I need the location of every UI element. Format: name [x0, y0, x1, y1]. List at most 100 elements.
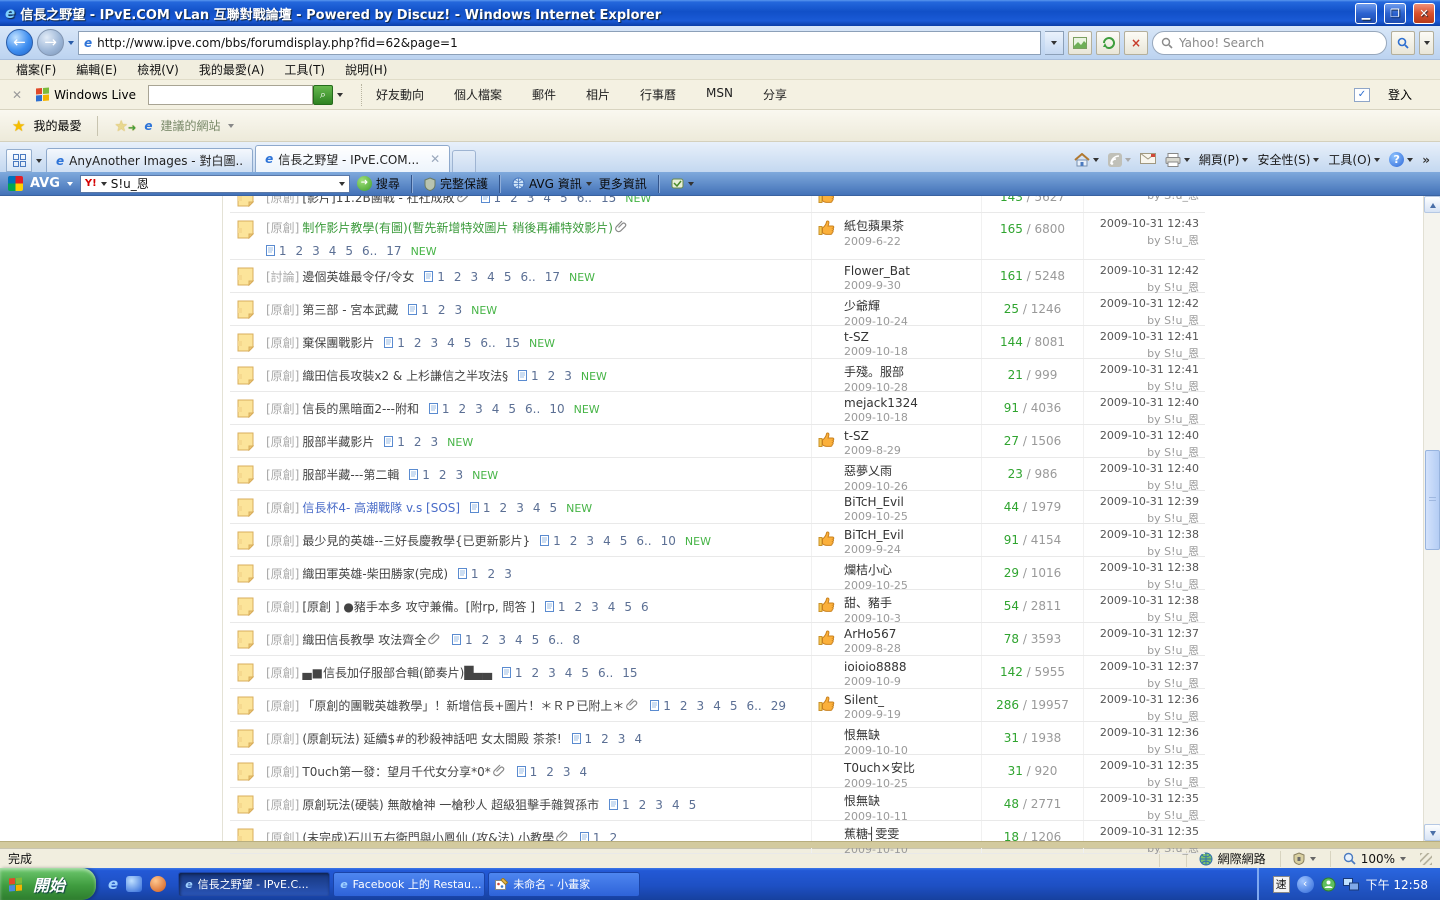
page-number-link[interactable]: 2: [454, 270, 462, 284]
author-link[interactable]: BiTcH_Evil: [844, 528, 904, 542]
author-link[interactable]: 少爺輝: [844, 299, 880, 313]
page-number-link[interactable]: 17: [386, 244, 401, 258]
author-link[interactable]: t-SZ: [844, 330, 869, 344]
page-number-link[interactable]: 2: [574, 600, 582, 614]
thread-title-link[interactable]: 制作影片教學(有圖)(暫先新增特效圖片 稍後再補特效影片): [302, 221, 613, 235]
page-number-link[interactable]: 4: [447, 336, 455, 350]
avg-search-button[interactable]: ➜ 搜尋: [357, 175, 400, 192]
author-link[interactable]: 手殘。服部: [844, 365, 904, 379]
thread-title-link[interactable]: ▄■信長加仔服部合輯(節奏片)█▄▄: [302, 666, 492, 680]
menu-help[interactable]: 說明(H): [335, 61, 397, 78]
menu-file[interactable]: 檔案(F): [6, 61, 66, 78]
page-number-link[interactable]: 4: [608, 600, 616, 614]
menu-view[interactable]: 檢視(V): [127, 61, 189, 78]
quick-launch-messenger-icon[interactable]: [126, 876, 142, 892]
live-search-input[interactable]: [148, 85, 313, 105]
print-button[interactable]: [1165, 153, 1190, 167]
live-search-dropdown[interactable]: [337, 93, 343, 97]
page-number-link[interactable]: 1: [531, 369, 539, 383]
page-number-link[interactable]: 1: [279, 244, 287, 258]
page-number-link[interactable]: 2: [548, 369, 556, 383]
page-number-link[interactable]: 15: [601, 196, 616, 205]
page-number-link[interactable]: 1: [558, 600, 566, 614]
page-number-link[interactable]: 1: [530, 765, 538, 779]
page-number-link[interactable]: 2: [500, 501, 508, 515]
search-options-dropdown[interactable]: [1419, 31, 1434, 55]
address-dropdown[interactable]: [1045, 31, 1064, 55]
page-number-link[interactable]: 1: [422, 468, 430, 482]
page-number-link[interactable]: 6..: [746, 699, 761, 713]
close-button[interactable]: ✕: [1413, 3, 1435, 24]
page-number-link[interactable]: 3: [431, 435, 439, 449]
page-number-link[interactable]: 3: [655, 798, 663, 812]
thread-title-link[interactable]: [影片]11.2B團戰 - 社社成敗: [302, 196, 454, 205]
avg-notifier-button[interactable]: [671, 177, 694, 190]
page-number-link[interactable]: 10: [661, 534, 676, 548]
avg-protection-button[interactable]: 完整保護: [424, 175, 488, 192]
page-number-link[interactable]: 5: [620, 534, 628, 548]
language-bar-icon[interactable]: ‹: [1297, 876, 1314, 893]
page-number-link[interactable]: 5: [560, 196, 568, 205]
page-number-link[interactable]: 3: [471, 270, 479, 284]
thread-title-link[interactable]: 原創玩法(硬裝) 無敵槍神 一槍秒人 超級狙擊手雜賀孫市: [302, 798, 599, 812]
thread-title-link[interactable]: 「原創的團戰英雄教學」！新增信長+圖片！＊ＲＰ已附上＊: [302, 699, 624, 713]
suggested-sites-dropdown[interactable]: [228, 124, 234, 128]
page-number-link[interactable]: 6: [641, 600, 649, 614]
live-link-calendar[interactable]: 行事曆: [640, 86, 676, 103]
page-number-link[interactable]: 1: [483, 501, 491, 515]
author-link[interactable]: 惡夢乂雨: [844, 464, 892, 478]
page-number-link[interactable]: 3: [563, 765, 571, 779]
toolbar-close-icon[interactable]: ✕: [12, 88, 22, 102]
page-number-link[interactable]: 2: [601, 732, 609, 746]
page-number-link[interactable]: 1: [465, 633, 473, 647]
vertical-scrollbar[interactable]: [1423, 196, 1440, 841]
avg-search-combo[interactable]: Y! S!u_恩: [80, 175, 350, 193]
author-link[interactable]: BiTcH_Evil: [844, 495, 904, 509]
page-number-link[interactable]: 4: [580, 765, 588, 779]
page-number-link[interactable]: 3: [475, 402, 483, 416]
page-number-link[interactable]: 2: [458, 402, 466, 416]
home-button[interactable]: [1074, 153, 1099, 167]
page-number-link[interactable]: 3: [564, 369, 572, 383]
page-number-link[interactable]: 1: [585, 732, 593, 746]
tab-close-icon[interactable]: ✕: [430, 152, 440, 166]
address-input[interactable]: e http://www.ipve.com/bbs/forumdisplay.p…: [78, 31, 1041, 55]
page-number-link[interactable]: 2: [414, 435, 422, 449]
thread-title-link[interactable]: T0uch第一發：望月千代女分享*0*: [302, 765, 490, 779]
page-number-link[interactable]: 3: [498, 633, 506, 647]
live-options-icon[interactable]: ✓: [1354, 88, 1370, 102]
page-number-link[interactable]: 15: [505, 336, 520, 350]
page-number-link[interactable]: 6..: [548, 633, 563, 647]
page-number-link[interactable]: 5: [581, 666, 589, 680]
page-number-link[interactable]: 3: [586, 534, 594, 548]
page-number-link[interactable]: 2: [639, 798, 647, 812]
author-link[interactable]: Silent_: [844, 693, 884, 707]
network-tray-icon[interactable]: [1343, 878, 1359, 891]
page-number-link[interactable]: 1: [622, 798, 630, 812]
page-number-link[interactable]: 15: [622, 666, 637, 680]
page-number-link[interactable]: 5: [464, 336, 472, 350]
author-link[interactable]: 恨無缺: [844, 728, 880, 742]
page-number-link[interactable]: 4: [533, 501, 541, 515]
scroll-up-button[interactable]: [1424, 196, 1440, 213]
start-button[interactable]: 開始: [0, 868, 96, 900]
page-number-link[interactable]: 3: [697, 699, 705, 713]
feeds-button[interactable]: [1108, 153, 1131, 167]
page-number-link[interactable]: 2: [570, 534, 578, 548]
page-number-link[interactable]: 5: [689, 798, 697, 812]
page-number-link[interactable]: 5: [504, 270, 512, 284]
protected-mode-cell[interactable]: [1280, 851, 1316, 867]
page-number-link[interactable]: 2: [510, 196, 518, 205]
live-link-msn[interactable]: MSN: [706, 86, 733, 103]
last-poster-link[interactable]: by S!u_恩: [1147, 234, 1199, 247]
favorites-star-icon[interactable]: ★: [12, 117, 25, 135]
thread-title-link[interactable]: 織田信長攻裝x2 & 上杉謙信之半攻法§: [302, 369, 508, 383]
stop-button[interactable]: ×: [1124, 31, 1148, 55]
sign-in-link[interactable]: 登入: [1388, 86, 1412, 103]
tab-anyanother-images[interactable]: e AnyAnother Images - 對白圖..: [46, 148, 253, 172]
page-number-link[interactable]: 4: [634, 732, 642, 746]
author-link[interactable]: T0uch×安比: [844, 761, 915, 775]
thread-title-link[interactable]: 服部半藏影片: [302, 435, 374, 449]
page-number-link[interactable]: 6..: [636, 534, 651, 548]
task-paint-window[interactable]: 未命名 - 小畫家: [488, 872, 640, 897]
